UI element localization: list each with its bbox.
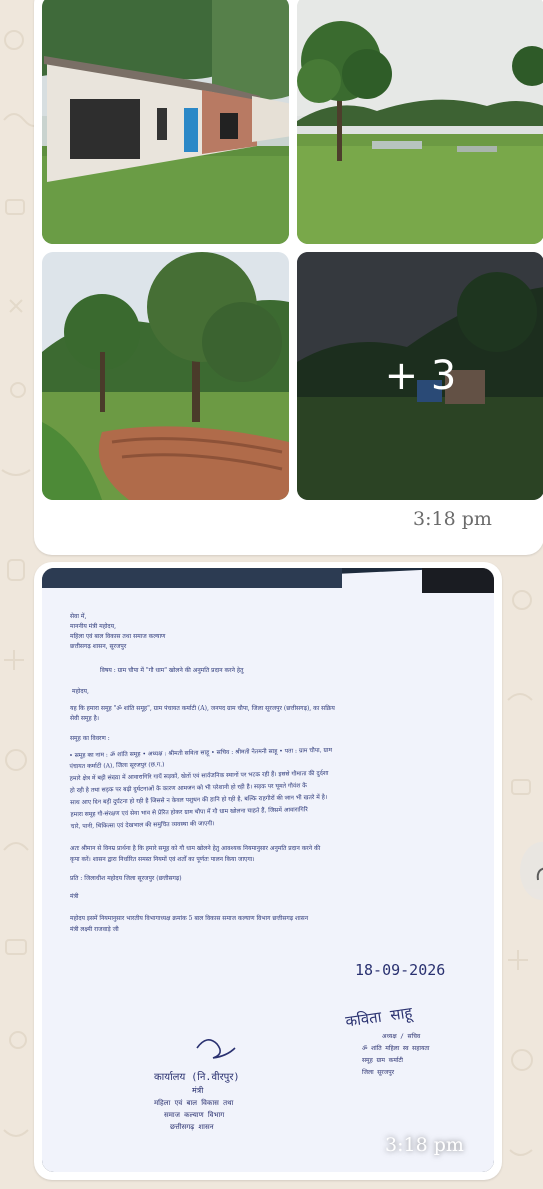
doc-details-title: समूह का विवरण : <box>70 734 110 742</box>
svg-text:अध्यक्ष / सचिव: अध्यक्ष / सचिव <box>382 1032 421 1040</box>
document-message-time: 3:18 pm <box>385 1134 464 1156</box>
doc-para1-0: यह कि हमारा समूह "ॐ शांति समूह", ग्राम प… <box>70 704 335 712</box>
handwritten-date: 18-09-2026 <box>355 961 445 979</box>
doc-forward-1: मंत्री लक्ष्मी राजवाड़े जी <box>70 925 119 933</box>
doc-addressee-3: छत्तीसगढ़ शासन, सूरजपुर <box>70 642 127 650</box>
svg-text:कार्यालय (नि.वीरपुर): कार्यालय (नि.वीरपुर) <box>154 1071 239 1083</box>
album-message-time: 3:18 pm <box>413 508 492 530</box>
doc-para1-1: सेवी समूह है। <box>70 714 99 722</box>
forward-share-button[interactable] <box>520 842 543 900</box>
svg-text:छत्तीसगढ़ शासन: छत्तीसगढ़ शासन <box>170 1122 214 1131</box>
doc-salutation: महोदय, <box>72 687 89 695</box>
album-photo-tree-soil[interactable] <box>42 252 289 500</box>
share-arrow-icon <box>536 867 543 881</box>
svg-text:समाज कल्याण विभाग: समाज कल्याण विभाग <box>164 1110 225 1119</box>
svg-text:मंत्री: मंत्री <box>192 1085 204 1095</box>
doc-minister-label: मंत्री <box>70 892 79 900</box>
doc-addressee-2: महिला एवं बाल विकास तथा समाज कल्याण <box>70 632 166 640</box>
svg-text:महिला एवं बाल विकास तथा: महिला एवं बाल विकास तथा <box>154 1098 234 1107</box>
doc-subject: विषय : ग्राम चौपा में "गौ धाम" खोलने की … <box>100 666 244 674</box>
doc-addressee-0: सेवा में, <box>70 612 86 620</box>
more-photos-count: + 3 <box>384 353 457 399</box>
document-photo[interactable]: सेवा में, माननीय मंत्री महोदय, महिला एवं… <box>42 568 494 1172</box>
album-photo-building[interactable] <box>42 0 289 244</box>
doc-forward-0: महोदय इसमें नियमानुसार भारतीय विभागाध्यक… <box>70 914 309 922</box>
album-photo-more[interactable]: + 3 <box>297 252 543 500</box>
svg-text:ॐ शांति महिला स्व सहायता: ॐ शांति महिला स्व सहायता <box>362 1044 430 1052</box>
doc-addressee-1: माननीय मंत्री महोदय, <box>70 622 116 630</box>
doc-para3-0: अतः श्रीमान से विनम्र प्रार्थना है कि हम… <box>70 844 321 852</box>
svg-text:समूह ग्राम कर्माटी: समूह ग्राम कर्माटी <box>362 1056 403 1064</box>
album-photo-field[interactable] <box>297 0 543 244</box>
doc-copy: प्रति : जिलाधीश महोदय जिला सूरजपुर (छत्त… <box>70 874 182 882</box>
svg-text:जिला सूरजपुर: जिला सूरजपुर <box>362 1068 395 1076</box>
doc-para3-1: कृपा करें। शासन द्वारा निर्धारित समस्त न… <box>70 855 255 863</box>
document-page: सेवा में, माननीय मंत्री महोदय, महिला एवं… <box>42 568 494 1172</box>
